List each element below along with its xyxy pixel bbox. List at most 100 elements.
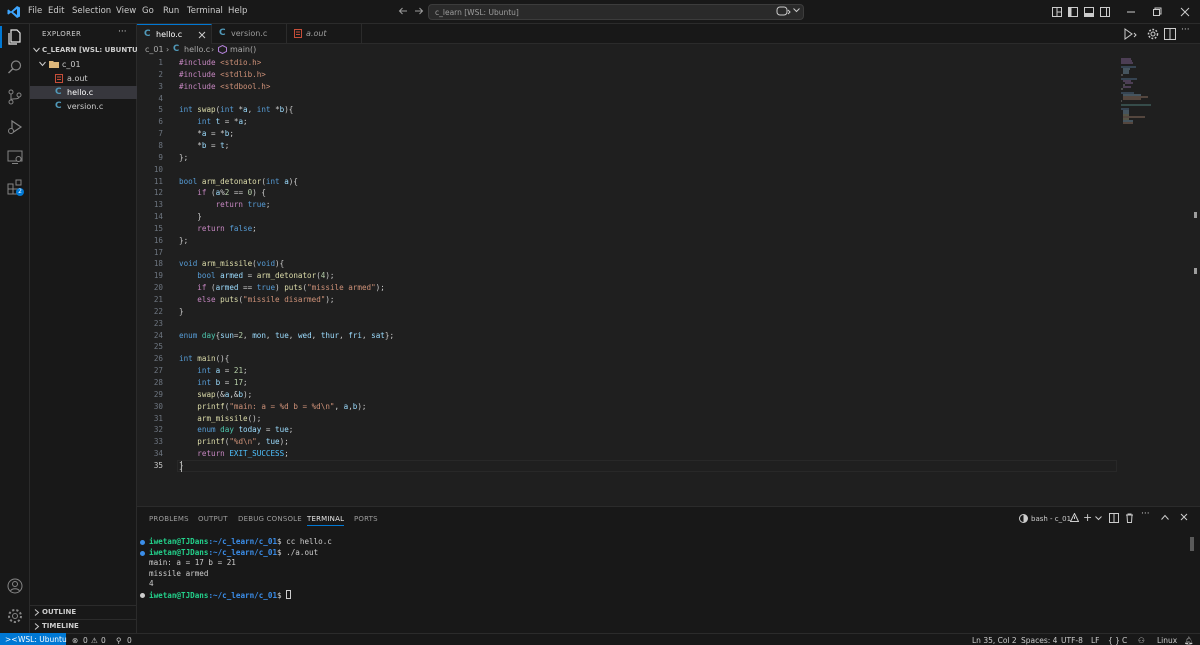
code-line[interactable]: bool armed = arm_detonator(4);: [179, 271, 334, 280]
menu-go[interactable]: Go: [142, 6, 154, 16]
error-icon[interactable]: ⊗: [72, 636, 78, 645]
chevron-down-icon[interactable]: [1095, 516, 1102, 521]
code-line[interactable]: #include <stdlib.h>: [179, 70, 266, 79]
menu-terminal[interactable]: Terminal: [187, 6, 223, 16]
code-line[interactable]: int b = 17;: [179, 378, 247, 387]
terminal-shell-label[interactable]: bash - c_01: [1031, 515, 1071, 523]
code-line[interactable]: if (armed == true) puts("missile armed")…: [179, 283, 385, 292]
code-line[interactable]: }: [179, 307, 184, 316]
breadcrumb-symbol[interactable]: main(): [230, 45, 256, 54]
code-line[interactable]: *b = t;: [179, 141, 229, 150]
run-debug-icon[interactable]: [6, 118, 24, 136]
end-of-line[interactable]: LF: [1091, 636, 1100, 645]
command-decoration-icon[interactable]: [140, 593, 145, 598]
file-version-c[interactable]: C version.c: [30, 100, 137, 113]
indentation[interactable]: Spaces: 4: [1021, 636, 1057, 645]
braces-icon[interactable]: { }: [1108, 636, 1120, 645]
platform-label[interactable]: Linux: [1157, 636, 1177, 645]
encoding[interactable]: UTF-8: [1061, 636, 1083, 645]
code-line[interactable]: swap(&a,&b);: [179, 390, 252, 399]
search-icon[interactable]: [6, 58, 24, 76]
ports-count[interactable]: 0: [127, 636, 132, 645]
notifications-bell-icon[interactable]: 🔔︎: [1184, 636, 1194, 645]
restore-icon[interactable]: [1152, 7, 1162, 17]
tab-output[interactable]: OUTPUT: [198, 515, 228, 523]
workspace-root[interactable]: C_LEARN [WSL: UBUNTU]: [30, 44, 141, 57]
explorer-icon[interactable]: [6, 28, 24, 46]
settings-gear-icon[interactable]: [1147, 28, 1159, 40]
code-line[interactable]: int a = 21;: [179, 366, 247, 375]
tab-version-c[interactable]: C version.c: [212, 24, 287, 44]
code-line[interactable]: }: [179, 212, 202, 221]
menu-file[interactable]: File: [28, 6, 42, 16]
more-actions-icon[interactable]: ···: [1181, 25, 1190, 35]
code-line[interactable]: int main(){: [179, 354, 229, 363]
cursor-position[interactable]: Ln 35, Col 2: [972, 636, 1017, 645]
toggle-secondary-sidebar-icon[interactable]: [1100, 7, 1110, 17]
code-line[interactable]: else puts("missile disarmed");: [179, 295, 334, 304]
code-line[interactable]: return true;: [179, 200, 271, 209]
more-actions-icon[interactable]: ···: [118, 27, 127, 37]
close-tab-icon[interactable]: [198, 31, 206, 39]
tab-aout[interactable]: a.out: [287, 24, 362, 44]
code-line[interactable]: if (a%2 == 0) {: [179, 188, 266, 197]
remote-indicator[interactable]: >< WSL: Ubuntu: [0, 633, 67, 645]
code-line[interactable]: printf("%d\n", tue);: [179, 437, 288, 446]
minimize-icon[interactable]: [1126, 7, 1136, 17]
code-line[interactable]: #include <stdio.h>: [179, 58, 261, 67]
folder-c01[interactable]: c_01: [30, 58, 137, 71]
outline-section[interactable]: OUTLINE: [30, 605, 137, 618]
tab-terminal[interactable]: TERMINAL: [307, 515, 345, 526]
code-line[interactable]: printf("main: a = %d b = %d\n", a,b);: [179, 402, 366, 411]
code-line[interactable]: void arm_missile(void){: [179, 259, 284, 268]
warning-count[interactable]: 0: [101, 636, 106, 645]
account-icon[interactable]: [6, 577, 24, 595]
close-window-icon[interactable]: [1180, 7, 1190, 17]
source-control-icon[interactable]: [6, 88, 24, 106]
warning-icon[interactable]: ⚠: [91, 636, 98, 645]
code-line[interactable]: };: [179, 236, 188, 245]
code-line[interactable]: arm_missile();: [179, 414, 261, 423]
code-line[interactable]: return false;: [179, 224, 256, 233]
run-file-icon[interactable]: [1123, 28, 1137, 40]
close-panel-icon[interactable]: [1180, 513, 1188, 521]
menu-edit[interactable]: Edit: [48, 6, 64, 16]
tab-hello-c[interactable]: C hello.c: [137, 24, 212, 44]
file-aout[interactable]: a.out: [30, 72, 137, 85]
code-line[interactable]: *a = *b;: [179, 129, 234, 138]
new-terminal-icon[interactable]: +: [1083, 511, 1092, 524]
copilot-icon[interactable]: [776, 6, 792, 17]
timeline-section[interactable]: TIMELINE: [30, 619, 137, 632]
copilot-status-icon[interactable]: ⚇: [1138, 636, 1145, 645]
code-line[interactable]: int swap(int *a, int *b){: [179, 105, 293, 114]
manage-gear-icon[interactable]: [6, 607, 24, 625]
copilot-dropdown-icon[interactable]: [793, 8, 800, 13]
command-decoration-icon[interactable]: [140, 540, 145, 545]
forward-arrow-icon[interactable]: [414, 6, 424, 16]
command-center-search[interactable]: c_learn [WSL: Ubuntu]: [428, 4, 804, 20]
language-mode[interactable]: C: [1122, 636, 1127, 645]
maximize-panel-icon[interactable]: [1161, 514, 1169, 520]
code-line[interactable]: int t = *a;: [179, 117, 247, 126]
tab-problems[interactable]: PROBLEMS: [149, 515, 189, 523]
terminal-scrollbar-thumb[interactable]: [1190, 537, 1194, 551]
remote-explorer-icon[interactable]: [6, 148, 24, 166]
menu-selection[interactable]: Selection: [72, 6, 111, 16]
code-line[interactable]: bool arm_detonator(int a){: [179, 177, 298, 186]
file-hello-c[interactable]: C hello.c: [30, 86, 137, 99]
minimap[interactable]: [1119, 56, 1189, 126]
back-arrow-icon[interactable]: [398, 6, 408, 16]
toggle-panel-icon[interactable]: [1084, 7, 1094, 17]
ports-icon[interactable]: ⚲: [116, 636, 122, 645]
menu-help[interactable]: Help: [228, 6, 247, 16]
menu-run[interactable]: Run: [163, 6, 179, 16]
command-decoration-icon[interactable]: [140, 550, 145, 556]
trash-icon[interactable]: [1125, 513, 1134, 523]
code-line[interactable]: enum day today = tue;: [179, 425, 293, 434]
customize-layout-icon[interactable]: [1052, 7, 1062, 17]
toggle-primary-sidebar-icon[interactable]: [1068, 7, 1078, 17]
breadcrumb-folder[interactable]: c_01: [145, 45, 164, 54]
menu-view[interactable]: View: [116, 6, 136, 16]
code-line[interactable]: };: [179, 153, 188, 162]
tab-debug-console[interactable]: DEBUG CONSOLE: [238, 515, 302, 523]
